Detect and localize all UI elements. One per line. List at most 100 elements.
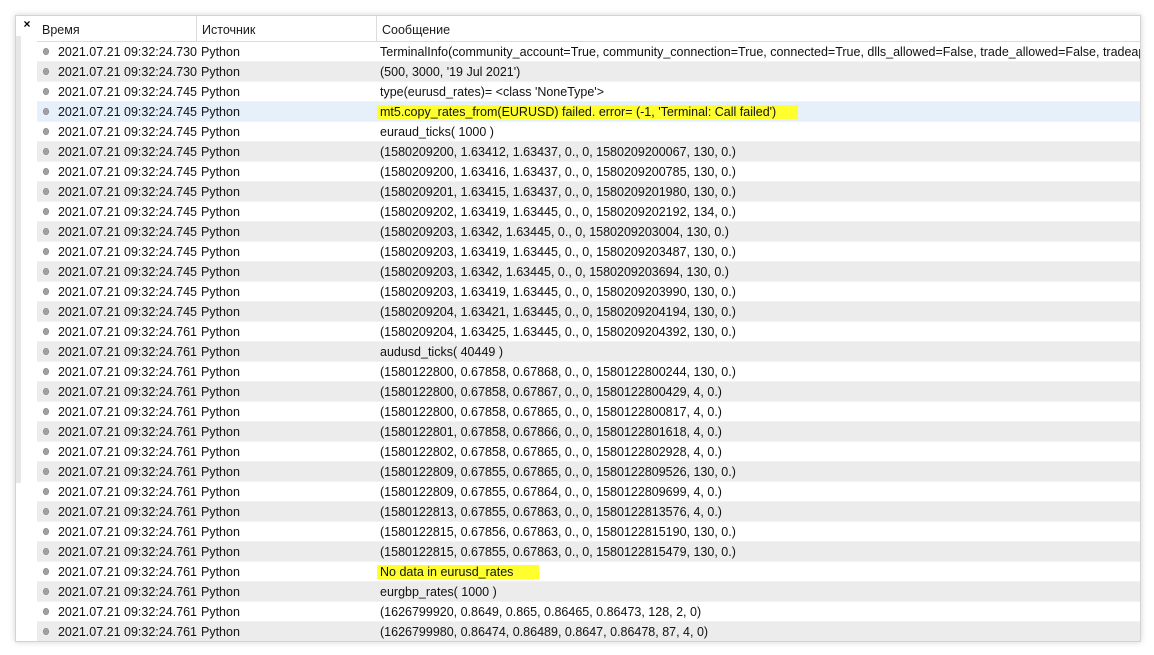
message-cell: (500, 3000, '19 Jul 2021') bbox=[377, 65, 1140, 79]
info-status-icon bbox=[43, 568, 49, 575]
message-text: (1626799980, 0.86474, 0.86489, 0.8647, 0… bbox=[380, 624, 709, 639]
info-status-icon bbox=[43, 68, 49, 75]
time-cell: 2021.07.21 09:32:24.761 bbox=[37, 425, 197, 439]
message-cell: (1580209204, 1.63425, 1.63445, 0., 0, 15… bbox=[377, 325, 1140, 339]
table-row[interactable]: 2021.07.21 09:32:24.761 Python (1580122800… bbox=[37, 402, 1140, 422]
source-cell: Python bbox=[201, 204, 240, 219]
message-text: (1580209200, 1.63412, 1.63437, 0., 0, 15… bbox=[380, 144, 736, 159]
message-cell: (1580209203, 1.6342, 1.63445, 0., 0, 158… bbox=[377, 225, 1140, 239]
message-cell: (1580122801, 0.67858, 0.67866, 0., 0, 15… bbox=[377, 425, 1140, 439]
table-row[interactable]: 2021.07.21 09:32:24.745 Python type(eurusd… bbox=[37, 82, 1140, 102]
message-text: (1580122809, 0.67855, 0.67864, 0., 0, 15… bbox=[380, 484, 722, 499]
time-text: 2021.07.21 09:32:24.761 bbox=[57, 544, 197, 559]
table-row[interactable]: 2021.07.21 09:32:24.761 Python audusd_tick… bbox=[37, 342, 1140, 362]
message-cell: (1580209201, 1.63415, 1.63437, 0., 0, 15… bbox=[377, 185, 1140, 199]
info-status-icon bbox=[43, 368, 49, 375]
table-row[interactable]: 2021.07.21 09:32:24.761 Python (1626799980… bbox=[37, 622, 1140, 641]
table-row[interactable]: 2021.07.21 09:32:24.745 Python euraud_tick… bbox=[37, 122, 1140, 142]
table-row[interactable]: 2021.07.21 09:32:24.745 Python (1580209202… bbox=[37, 202, 1140, 222]
message-cell: (1626799980, 0.86474, 0.86489, 0.8647, 0… bbox=[377, 625, 1140, 639]
info-status-icon bbox=[43, 328, 49, 335]
info-status-icon bbox=[43, 228, 49, 235]
message-text: (500, 3000, '19 Jul 2021') bbox=[380, 64, 521, 79]
message-cell: type(eurusd_rates)= <class 'NoneType'> bbox=[377, 85, 1140, 99]
highlighted-message-text: No data in eurusd_rates bbox=[377, 564, 540, 579]
column-header-message[interactable]: Сообщение bbox=[377, 16, 1140, 41]
table-row[interactable]: 2021.07.21 09:32:24.761 Python (1580122800… bbox=[37, 382, 1140, 402]
time-text: 2021.07.21 09:32:24.761 bbox=[57, 344, 197, 359]
message-text: (1580209200, 1.63416, 1.63437, 0., 0, 15… bbox=[380, 164, 736, 179]
table-row[interactable]: 2021.07.21 09:32:24.761 Python (1580122815… bbox=[37, 542, 1140, 562]
table-row[interactable]: 2021.07.21 09:32:24.745 Python (1580209203… bbox=[37, 282, 1140, 302]
source-cell: Python bbox=[201, 484, 240, 499]
info-status-icon bbox=[43, 48, 49, 55]
table-row[interactable]: 2021.07.21 09:32:24.745 Python (1580209204… bbox=[37, 302, 1140, 322]
time-text: 2021.07.21 09:32:24.745 bbox=[57, 264, 197, 279]
table-row[interactable]: 2021.07.21 09:32:24.745 Python (1580209203… bbox=[37, 242, 1140, 262]
time-cell: 2021.07.21 09:32:24.761 bbox=[37, 465, 197, 479]
time-cell: 2021.07.21 09:32:24.745 bbox=[37, 145, 197, 159]
side-panel-bar[interactable] bbox=[16, 36, 21, 483]
info-status-icon bbox=[43, 628, 49, 635]
table-row[interactable]: 2021.07.21 09:32:24.761 Python eurgbp_rate… bbox=[37, 582, 1140, 602]
table-row[interactable]: 2021.07.21 09:32:24.761 Python (1580122801… bbox=[37, 422, 1140, 442]
time-cell: 2021.07.21 09:32:24.761 bbox=[37, 505, 197, 519]
time-text: 2021.07.21 09:32:24.761 bbox=[57, 524, 197, 539]
time-cell: 2021.07.21 09:32:24.761 bbox=[37, 565, 197, 579]
table-row[interactable]: 2021.07.21 09:32:24.745 Python (1580209201… bbox=[37, 182, 1140, 202]
table-row[interactable]: 2021.07.21 09:32:24.745 Python (1580209203… bbox=[37, 222, 1140, 242]
table-row[interactable]: 2021.07.21 09:32:24.761 Python (1580122809… bbox=[37, 482, 1140, 502]
message-cell: (1580122815, 0.67856, 0.67863, 0., 0, 15… bbox=[377, 525, 1140, 539]
table-row[interactable]: 2021.07.21 09:32:24.761 Python (1580122800… bbox=[37, 362, 1140, 382]
time-text: 2021.07.21 09:32:24.761 bbox=[57, 604, 197, 619]
column-header-source[interactable]: Источник bbox=[197, 16, 377, 41]
table-row[interactable]: 2021.07.21 09:32:24.761 Python (1580122815… bbox=[37, 522, 1140, 542]
time-text: 2021.07.21 09:32:24.761 bbox=[57, 464, 197, 479]
message-cell: (1580122809, 0.67855, 0.67865, 0., 0, 15… bbox=[377, 465, 1140, 479]
table-row[interactable]: 2021.07.21 09:32:24.761 Python (1580122809… bbox=[37, 462, 1140, 482]
table-row[interactable]: 2021.07.21 09:32:24.761 Python No data in … bbox=[37, 562, 1140, 582]
time-cell: 2021.07.21 09:32:24.745 bbox=[37, 125, 197, 139]
table-row[interactable]: 2021.07.21 09:32:24.730 Python (500, 3000,… bbox=[37, 62, 1140, 82]
source-cell: Python bbox=[201, 84, 240, 99]
toolbox-side-strip: × bbox=[16, 16, 37, 641]
time-cell: 2021.07.21 09:32:24.745 bbox=[37, 245, 197, 259]
table-row[interactable]: 2021.07.21 09:32:24.745 Python mt5.copy_ra… bbox=[37, 102, 1140, 122]
table-row[interactable]: 2021.07.21 09:32:24.745 Python (1580209200… bbox=[37, 162, 1140, 182]
message-text: (1580209204, 1.63421, 1.63445, 0., 0, 15… bbox=[380, 304, 736, 319]
time-cell: 2021.07.21 09:32:24.761 bbox=[37, 405, 197, 419]
table-row[interactable]: 2021.07.21 09:32:24.730 Python TerminalInf… bbox=[37, 42, 1140, 62]
time-text: 2021.07.21 09:32:24.745 bbox=[57, 84, 197, 99]
message-cell: (1580209202, 1.63419, 1.63445, 0., 0, 15… bbox=[377, 205, 1140, 219]
table-row[interactable]: 2021.07.21 09:32:24.761 Python (1580122802… bbox=[37, 442, 1140, 462]
message-cell: (1580209203, 1.63419, 1.63445, 0., 0, 15… bbox=[377, 245, 1140, 259]
table-row[interactable]: 2021.07.21 09:32:24.761 Python (1626799920… bbox=[37, 602, 1140, 622]
info-status-icon bbox=[43, 88, 49, 95]
source-cell: Python bbox=[201, 624, 240, 639]
time-text: 2021.07.21 09:32:24.745 bbox=[57, 244, 197, 259]
time-cell: 2021.07.21 09:32:24.745 bbox=[37, 185, 197, 199]
column-header-time[interactable]: Время bbox=[37, 16, 197, 41]
info-status-icon bbox=[43, 208, 49, 215]
time-cell: 2021.07.21 09:32:24.761 bbox=[37, 345, 197, 359]
time-cell: 2021.07.21 09:32:24.745 bbox=[37, 85, 197, 99]
time-text: 2021.07.21 09:32:24.745 bbox=[57, 304, 197, 319]
info-status-icon bbox=[43, 588, 49, 595]
time-text: 2021.07.21 09:32:24.761 bbox=[57, 324, 197, 339]
table-row[interactable]: 2021.07.21 09:32:24.761 Python (1580122813… bbox=[37, 502, 1140, 522]
time-text: 2021.07.21 09:32:24.745 bbox=[57, 104, 197, 119]
time-text: 2021.07.21 09:32:24.761 bbox=[57, 564, 197, 579]
time-cell: 2021.07.21 09:32:24.745 bbox=[37, 205, 197, 219]
time-cell: 2021.07.21 09:32:24.761 bbox=[37, 605, 197, 619]
table-row[interactable]: 2021.07.21 09:32:24.745 Python (1580209200… bbox=[37, 142, 1140, 162]
table-row[interactable]: 2021.07.21 09:32:24.745 Python (1580209203… bbox=[37, 262, 1140, 282]
close-icon[interactable]: × bbox=[20, 17, 34, 31]
table-row[interactable]: 2021.07.21 09:32:24.761 Python (1580209204… bbox=[37, 322, 1140, 342]
message-cell: (1626799920, 0.8649, 0.865, 0.86465, 0.8… bbox=[377, 605, 1140, 619]
message-cell: euraud_ticks( 1000 ) bbox=[377, 125, 1140, 139]
info-status-icon bbox=[43, 388, 49, 395]
table-header: Время Источник Сообщение bbox=[37, 16, 1140, 42]
info-status-icon bbox=[43, 268, 49, 275]
source-cell: Python bbox=[201, 104, 240, 119]
message-cell: (1580122800, 0.67858, 0.67868, 0., 0, 15… bbox=[377, 365, 1140, 379]
